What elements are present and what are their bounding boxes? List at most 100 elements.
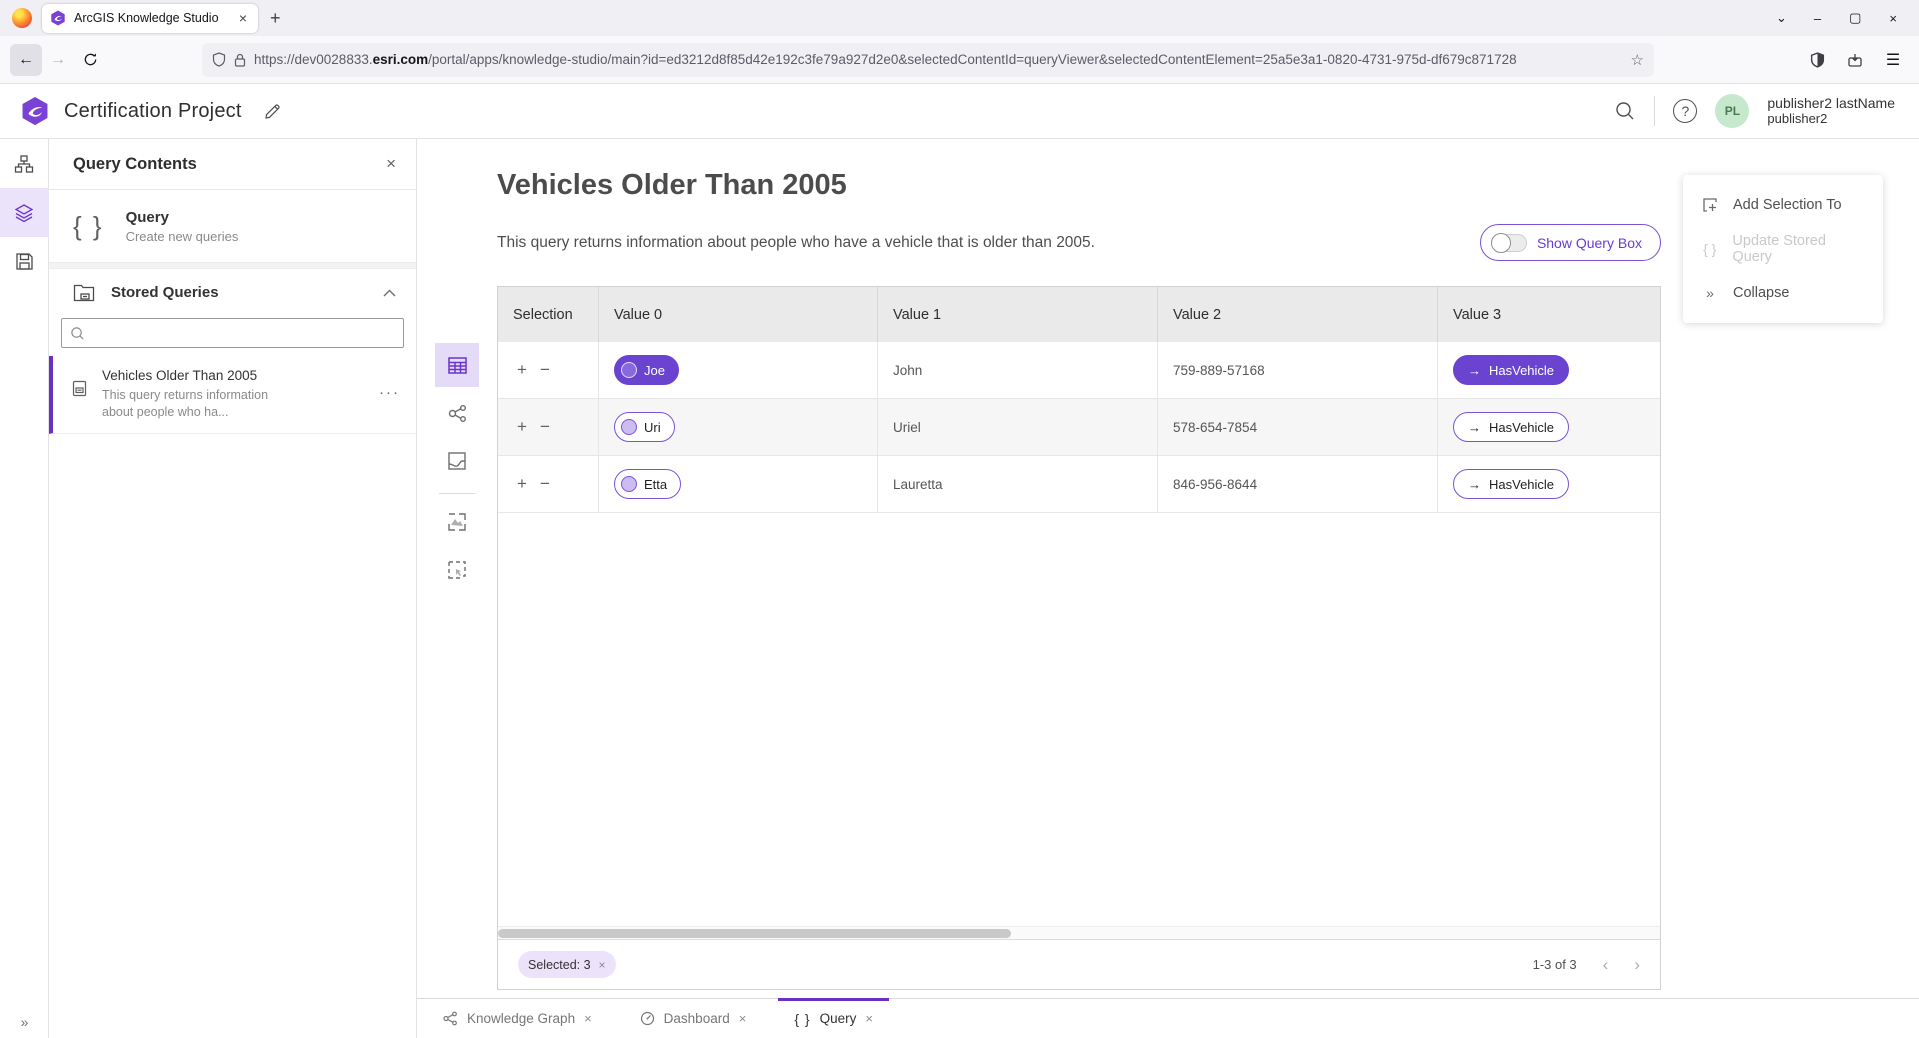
remove-selection-icon[interactable]: − — [540, 360, 550, 380]
relationship-arrow-icon: → — [1468, 363, 1481, 378]
relationship-pill[interactable]: →HasVehicle — [1453, 469, 1569, 499]
remove-selection-icon[interactable]: − — [540, 417, 550, 437]
dashboard-icon — [640, 1011, 655, 1026]
arcgis-knowledge-logo — [20, 96, 50, 126]
cell-value2[interactable]: 846-956-8644 — [1158, 456, 1438, 512]
column-header-value2[interactable]: Value 2 — [1158, 287, 1438, 342]
collapse-section-chevron-icon[interactable] — [383, 289, 396, 297]
clear-selection-icon[interactable]: × — [599, 958, 606, 972]
horizontal-scrollbar[interactable] — [498, 926, 1660, 939]
expand-rail-button[interactable]: » — [0, 1014, 49, 1030]
next-page-icon[interactable]: › — [1634, 955, 1640, 975]
knowledge-graph-icon — [443, 1011, 458, 1026]
tracking-shield-icon[interactable] — [212, 52, 226, 67]
link-chart-button[interactable] — [435, 391, 479, 435]
tab-dashboard[interactable]: Dashboard × — [624, 999, 763, 1038]
column-header-value1[interactable]: Value 1 — [878, 287, 1158, 342]
lock-icon[interactable] — [234, 53, 246, 67]
selection-tools-button[interactable] — [435, 548, 479, 592]
back-button[interactable]: ← — [10, 44, 42, 76]
column-header-selection[interactable]: Selection — [498, 287, 599, 342]
browser-tab[interactable]: ArcGIS Knowledge Studio × — [42, 4, 258, 33]
table-header-row: Selection Value 0 Value 1 Value 2 Value … — [498, 287, 1660, 342]
sidebar-item-hierarchy[interactable] — [0, 139, 49, 188]
add-to-map-button[interactable] — [435, 500, 479, 544]
add-selection-icon[interactable]: + — [517, 474, 527, 494]
cell-value2[interactable]: 759-889-57168 — [1158, 342, 1438, 398]
scrollbar-thumb[interactable] — [498, 929, 1011, 938]
edit-title-button[interactable] — [264, 103, 281, 120]
search-input[interactable] — [93, 326, 395, 341]
description-row: This query returns information about peo… — [497, 224, 1661, 261]
column-header-value3[interactable]: Value 3 — [1438, 287, 1660, 342]
menu-item-collapse[interactable]: » Collapse — [1683, 271, 1883, 315]
selected-count-chip[interactable]: Selected: 3 × — [518, 951, 616, 978]
new-query-item[interactable]: { } Query Create new queries — [49, 190, 416, 263]
stored-queries-search[interactable] — [61, 318, 404, 348]
new-tab-button[interactable]: + — [258, 8, 293, 29]
stored-query-item[interactable]: Vehicles Older Than 2005 This query retu… — [49, 356, 416, 434]
previous-page-icon[interactable]: ‹ — [1603, 955, 1609, 975]
save-icon — [15, 252, 34, 271]
tab-close-icon[interactable]: × — [584, 1011, 592, 1026]
tab-close-icon[interactable]: × — [739, 1011, 747, 1026]
url-bar[interactable]: https://dev0028833.esri.com/portal/apps/… — [202, 43, 1654, 77]
relationship-pill[interactable]: →HasVehicle — [1453, 412, 1569, 442]
relationship-pill[interactable]: →HasVehicle — [1453, 355, 1569, 385]
cell-value1[interactable]: John — [878, 342, 1158, 398]
forward-button[interactable]: → — [42, 44, 74, 76]
show-query-box-label: Show Query Box — [1537, 235, 1642, 251]
link-chart-icon — [447, 403, 468, 424]
url-text[interactable]: https://dev0028833.esri.com/portal/apps/… — [254, 52, 1623, 67]
table-view-button[interactable] — [435, 343, 479, 387]
tab-close-icon[interactable]: × — [865, 1011, 873, 1026]
search-button[interactable] — [1614, 100, 1636, 122]
tab-query[interactable]: { } Query × — [778, 999, 889, 1038]
entity-pill[interactable]: Uri — [614, 412, 675, 442]
stored-queries-folder-icon — [73, 283, 95, 303]
add-selection-icon[interactable]: + — [517, 417, 527, 437]
stored-query-description: This query returns information about peo… — [102, 387, 292, 421]
entity-pill[interactable]: Etta — [614, 469, 681, 499]
entity-pill[interactable]: Joe — [614, 355, 679, 385]
pagination-label: 1-3 of 3 — [1533, 957, 1577, 972]
avatar[interactable]: PL — [1715, 94, 1749, 128]
window-minimize-button[interactable]: – — [1800, 11, 1835, 26]
list-tabs-chevron-icon[interactable]: ⌄ — [1763, 10, 1800, 26]
url-path: /portal/apps/knowledge-studio/main?id=ed… — [428, 52, 1516, 67]
user-name-block[interactable]: publisher2 lastName publisher2 — [1767, 95, 1895, 126]
search-icon — [1614, 100, 1636, 122]
hierarchy-icon — [14, 154, 34, 174]
stored-query-options-icon[interactable]: ··· — [379, 384, 400, 401]
menu-item-update-stored-query[interactable]: { } Update Stored Query — [1683, 227, 1883, 271]
cell-value2[interactable]: 578-654-7854 — [1158, 399, 1438, 455]
tab-knowledge-graph[interactable]: Knowledge Graph × — [427, 999, 608, 1038]
relationship-arrow-icon: → — [1468, 420, 1481, 435]
remove-selection-icon[interactable]: − — [540, 474, 550, 494]
sidebar-item-save[interactable] — [0, 237, 49, 286]
menu-hamburger-icon[interactable]: ☰ — [1877, 44, 1909, 76]
window-close-button[interactable]: × — [1875, 11, 1911, 26]
entity-label: Uri — [644, 420, 661, 435]
bookmark-star-icon[interactable]: ☆ — [1631, 51, 1644, 69]
show-query-box-toggle[interactable]: Show Query Box — [1480, 224, 1661, 261]
protections-shield-icon[interactable] — [1801, 44, 1833, 76]
map-view-button[interactable] — [435, 439, 479, 483]
reload-button[interactable] — [74, 44, 106, 76]
save-to-library-icon[interactable] — [1839, 44, 1871, 76]
help-button[interactable]: ? — [1673, 99, 1697, 123]
firefox-icon[interactable] — [12, 8, 32, 28]
cell-value1[interactable]: Lauretta — [878, 456, 1158, 512]
add-selection-to-icon — [1701, 197, 1719, 213]
project-title: Certification Project — [64, 100, 242, 123]
panel-close-icon[interactable]: × — [386, 154, 396, 174]
column-header-value0[interactable]: Value 0 — [599, 287, 878, 342]
sidebar-item-contents[interactable] — [0, 188, 49, 237]
add-selection-icon[interactable]: + — [517, 360, 527, 380]
window-maximize-button[interactable]: ▢ — [1835, 10, 1875, 26]
menu-item-add-selection-to[interactable]: Add Selection To — [1683, 183, 1883, 227]
tab-close-icon[interactable]: × — [236, 10, 250, 26]
toggle-switch[interactable] — [1491, 234, 1527, 252]
cell-value1[interactable]: Uriel — [878, 399, 1158, 455]
stored-queries-header[interactable]: Stored Queries — [49, 269, 416, 316]
